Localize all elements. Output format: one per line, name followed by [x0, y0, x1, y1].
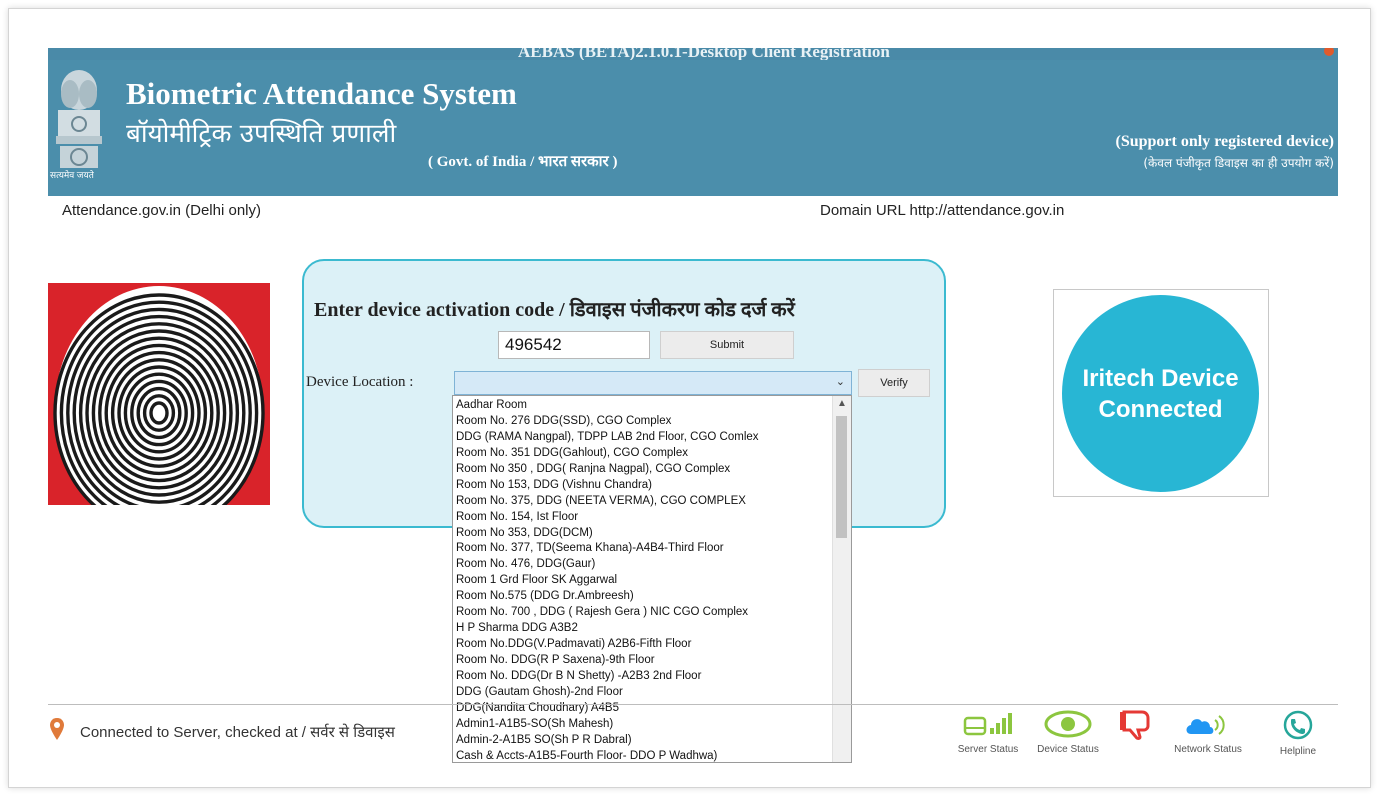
window-title: AEBAS (BETA)2.1.0.1-Desktop Client Regis… — [518, 48, 890, 60]
attendance-site-label: Attendance.gov.in (Delhi only) — [62, 202, 261, 219]
dropdown-option[interactable]: Room No. 377, TD(Seema Khana)-A4B4-Third… — [456, 541, 828, 557]
dropdown-option[interactable]: DDG (RAMA Nangpal), TDPP LAB 2nd Floor, … — [456, 430, 828, 446]
helpline-indicator[interactable]: Helpline — [1258, 710, 1338, 760]
chevron-down-icon[interactable]: ⌄ — [836, 375, 845, 388]
govt-subtitle: ( Govt. of India / भारत सरकार ) — [428, 154, 618, 170]
thumbs-down-icon — [1120, 710, 1150, 740]
dropdown-option[interactable]: Room No. 154, Ist Floor — [456, 510, 828, 526]
status-divider — [48, 704, 1338, 705]
dropdown-option[interactable]: Room No.DDG(V.Padmavati) A2B6-Fifth Floo… — [456, 637, 828, 653]
support-notice: (Support only registered device) — [1115, 133, 1335, 150]
device-location-label: Device Location : — [306, 374, 414, 390]
dropdown-option[interactable]: Room No. DDG(Dr B N Shetty) -A2B3 2nd Fl… — [456, 669, 828, 685]
device-alert-indicator[interactable] — [1098, 710, 1178, 760]
server-signal-icon — [963, 713, 1012, 736]
dropdown-option[interactable]: Room No 350 , DDG( Ranjna Nagpal), CGO C… — [456, 462, 828, 478]
device-connected-text: Iritech Device Connected — [1082, 364, 1239, 423]
dropdown-option[interactable]: DDG (Gautam Ghosh)-2nd Floor — [456, 685, 828, 701]
close-icon[interactable] — [1324, 48, 1334, 56]
dropdown-option[interactable]: Aadhar Room — [456, 398, 828, 414]
device-location-select[interactable]: ⌄ — [454, 371, 852, 395]
scrollbar-thumb[interactable] — [836, 416, 847, 538]
dropdown-option[interactable]: Room No 353, DDG(DCM) — [456, 526, 828, 542]
server-connection-status: Connected to Server, checked at / सर्वर … — [80, 724, 395, 741]
location-pin-icon — [50, 718, 64, 740]
fingerprint-icon — [48, 283, 270, 505]
emblem-caption: सत्यमेव जयते — [50, 170, 94, 180]
status-icon-label: Server Status — [957, 744, 1019, 755]
device-connected-badge: Iritech Device Connected — [1062, 295, 1259, 492]
dropdown-option[interactable]: H P Sharma DDG A3B2 — [456, 621, 828, 637]
window-titlebar: AEBAS (BETA)2.1.0.1-Desktop Client Regis… — [48, 48, 1338, 60]
dropdown-option[interactable]: Room No. DDG(R P Saxena)-9th Floor — [456, 653, 828, 669]
dropdown-option[interactable]: Room No.575 (DDG Dr.Ambreesh) — [456, 589, 828, 605]
submit-button[interactable]: Submit — [660, 331, 794, 359]
domain-url-label: Domain URL http://attendance.gov.in — [820, 202, 1065, 219]
status-bar: Connected to Server, checked at / सर्वर … — [48, 704, 1338, 760]
status-icon-label: Device Status — [1037, 744, 1099, 755]
dropdown-option[interactable]: Room No. 351 DDG(Gahlout), CGO Complex — [456, 446, 828, 462]
app-title: Biometric Attendance System — [126, 76, 517, 111]
status-icon-label: Helpline — [1279, 746, 1317, 757]
app-header: सत्यमेव जयते Biometric Attendance System… — [48, 60, 1338, 196]
dropdown-option[interactable]: Room No. 700 , DDG ( Rajesh Gera ) NIC C… — [456, 605, 828, 621]
device-status-indicator[interactable]: Device Status — [1028, 710, 1108, 760]
dropdown-option[interactable]: Room 1 Grd Floor SK Aggarwal — [456, 573, 828, 589]
status-icon-label: Network Status — [1174, 744, 1242, 755]
app-title-hindi: बॉयोमीट्रिक उपस्थिति प्रणाली — [126, 119, 397, 149]
dropdown-option[interactable]: Room No. 476, DDG(Gaur) — [456, 557, 828, 573]
verify-button[interactable]: Verify — [858, 369, 930, 397]
activation-code-input[interactable] — [498, 331, 650, 359]
phone-icon — [1283, 710, 1313, 740]
cloud-wifi-icon — [1186, 715, 1225, 735]
server-status-indicator[interactable]: Server Status — [948, 710, 1028, 760]
device-status-card: Iritech Device Connected — [1053, 289, 1269, 497]
support-notice-hindi: (केवल पंजीकृत डिवाइस का ही उपयोग करें) — [1143, 156, 1334, 170]
dropdown-option[interactable]: Room No. 276 DDG(SSD), CGO Complex — [456, 414, 828, 430]
dropdown-option[interactable]: Room No. 375, DDG (NEETA VERMA), CGO COM… — [456, 494, 828, 510]
dropdown-option[interactable]: Room No 153, DDG (Vishnu Chandra) — [456, 478, 828, 494]
network-status-indicator[interactable]: Network Status — [1168, 710, 1248, 760]
eye-icon — [1044, 710, 1092, 738]
activation-title: Enter device activation code / डिवाइस पं… — [314, 299, 795, 321]
scroll-up-arrow-icon[interactable]: ▲ — [837, 398, 847, 409]
